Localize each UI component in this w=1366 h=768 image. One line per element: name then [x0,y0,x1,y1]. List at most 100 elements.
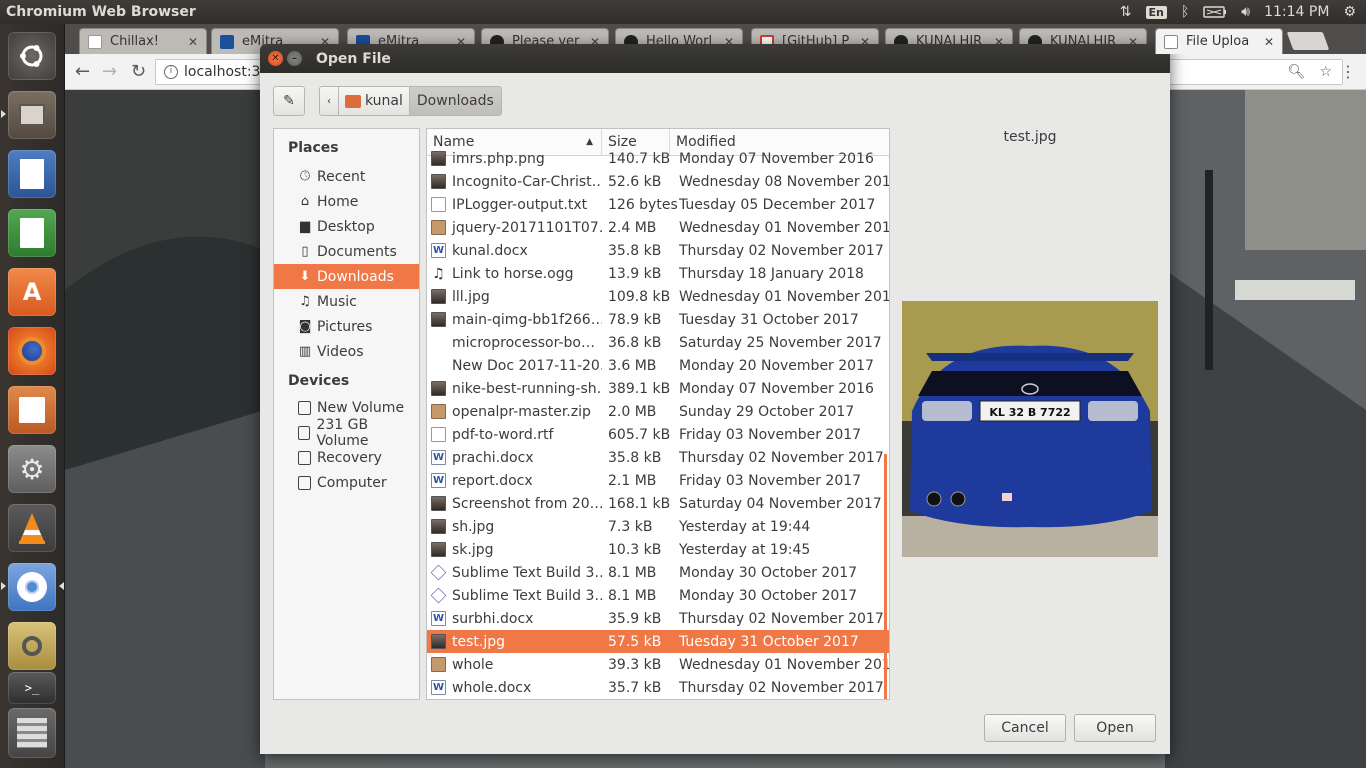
file-modified: Thursday 02 November 2017 [679,610,884,627]
file-row[interactable]: IPLogger-output.txt 126 bytes Tuesday 05 D… [427,193,889,216]
file-row[interactable]: pdf-to-word.rtf 605.7 kB Friday 03 Novembe… [427,423,889,446]
file-size: 39.3 kB [608,656,662,673]
writer-icon[interactable] [8,150,56,198]
word-document-icon: W [431,243,446,258]
calc-icon[interactable] [8,209,56,257]
keyboard-layout-indicator[interactable]: En [1145,5,1167,19]
file-name-cell: ♫ Link to horse.ogg [427,266,602,282]
impress-icon[interactable] [8,386,56,434]
sort-ascending-icon: ▲ [586,137,593,147]
file-name: sk.jpg [452,541,494,558]
network-icon[interactable]: ⇅ [1120,4,1132,20]
image-viewer-icon[interactable] [8,622,56,670]
open-button[interactable]: Open [1074,714,1156,742]
workspaces-icon[interactable] [8,708,56,758]
file-size: 8.1 MB [608,587,657,604]
terminal-icon[interactable]: >_ [8,672,56,704]
sidebar-item-231gb-volume[interactable]: 231 GB Volume [274,417,419,449]
breadcrumb-home[interactable]: kunal [339,86,410,116]
sidebar-item-home[interactable]: ⌂ Home [274,189,419,214]
image-file-icon [431,542,446,557]
file-modified: Friday 03 November 2017 [679,426,862,443]
file-name: report.docx [452,472,533,489]
path-scroll-left-button[interactable]: ‹ [319,86,339,116]
file-icon [431,358,446,373]
window-close-button[interactable]: ✕ [268,51,283,66]
file-modified: Monday 30 October 2017 [679,587,858,604]
file-name: microprocessor-bo… [452,334,595,351]
menu-icon[interactable]: ⋮ [1340,62,1356,81]
forward-arrow-icon[interactable]: → [102,61,117,82]
sidebar-item-videos[interactable]: ▥ Videos [274,339,419,364]
file-row[interactable]: Screenshot from 20… 168.1 kB Saturday 04 N… [427,492,889,515]
system-settings-icon[interactable]: ⚙ [8,445,56,493]
file-row-selected[interactable]: test.jpg 57.5 kB Tuesday 31 October 2017 [427,630,889,653]
new-tab-button[interactable] [1286,32,1330,50]
files-icon[interactable] [8,91,56,139]
file-row[interactable]: openalpr-master.zip 2.0 MB Sunday 29 Octob… [427,400,889,423]
emitra-icon [220,34,234,49]
clock[interactable]: 11:14 PM [1264,4,1329,20]
sidebar-item-recent[interactable]: 🕓︎ Recent [274,164,419,189]
file-row[interactable]: Wwhole.docx 35.7 kB Thursday 02 November 2… [427,676,889,699]
breadcrumb-current[interactable]: Downloads [409,86,502,116]
gear-icon[interactable]: ⚙ [1343,4,1356,20]
file-row[interactable]: lll.jpg 109.8 kB Wednesday 01 November 201… [427,285,889,308]
file-row[interactable]: Wreport.docx 2.1 MB Friday 03 November 201… [427,469,889,492]
firefox-icon[interactable] [8,327,56,375]
browser-tab-active[interactable]: File Uploa ✕ [1155,28,1283,54]
browser-tab[interactable]: Chillax! ✕ [79,28,207,54]
cancel-button[interactable]: Cancel [984,714,1066,742]
sidebar-item-computer[interactable]: Computer [274,470,419,495]
sidebar-item-pictures[interactable]: ◙ Pictures [274,314,419,339]
file-row[interactable]: Wsurbhi.docx 35.9 kB Thursday 02 November … [427,607,889,630]
close-icon[interactable]: ✕ [188,35,198,49]
file-row[interactable]: New Doc 2017-11-20… 3.6 MB Monday 20 Novem… [427,354,889,377]
close-icon[interactable]: ✕ [1264,35,1274,49]
file-name-cell: pdf-to-word.rtf [427,427,602,443]
info-icon[interactable]: i [164,65,178,79]
software-center-icon[interactable]: A [8,268,56,316]
file-row[interactable]: Sublime Text Build 3… 8.1 MB Monday 30 Oct… [427,561,889,584]
file-row[interactable]: sh.jpg 7.3 kB Yesterday at 19:44 [427,515,889,538]
scrollbar[interactable] [884,454,887,699]
package-icon [430,564,447,581]
reload-icon[interactable]: ↻ [131,61,146,82]
ubuntu-dash-icon[interactable] [8,32,56,80]
chromium-icon[interactable] [8,563,56,611]
file-row[interactable]: Sublime Text Build 3… 8.1 MB Monday 30 Oct… [427,584,889,607]
sidebar-item-recovery[interactable]: Recovery [274,445,419,470]
archive-icon [431,404,446,419]
file-name: test.jpg [452,633,505,650]
type-location-button[interactable]: ✎ [273,86,305,116]
file-row[interactable]: whole 39.3 kB Wednesday 01 November 2017 [427,653,889,676]
focused-indicator [59,582,64,590]
sidebar-item-downloads[interactable]: ⬇ Downloads [274,264,419,289]
back-arrow-icon[interactable]: ← [75,61,90,82]
file-row[interactable]: imrs.php.png 140.7 kB Monday 07 November 2… [427,147,889,170]
file-modified: Thursday 02 November 2017 [679,679,884,696]
vlc-icon[interactable] [8,504,56,552]
zoom-icon[interactable]: 🔍︎ [1288,64,1306,80]
sidebar-item-documents[interactable]: ▯ Documents [274,239,419,264]
file-row[interactable]: Incognito-Car-Christ… 52.6 kB Wednesday 08… [427,170,889,193]
file-row[interactable]: ♫ Link to horse.ogg 13.9 kB Thursday 18 Jan… [427,262,889,285]
file-name: main-qimg-bb1f266… [452,311,602,328]
file-row[interactable]: sk.jpg 10.3 kB Yesterday at 19:45 [427,538,889,561]
bluetooth-icon[interactable]: ᛒ [1181,4,1189,20]
file-name-cell: nike-best-running-sh… [427,381,602,397]
sidebar-item-desktop[interactable]: ▆ Desktop [274,214,419,239]
file-row[interactable]: jquery-20171101T07… 2.4 MB Wednesday 01 No… [427,216,889,239]
file-row[interactable]: main-qimg-bb1f266… 78.9 kB Tuesday 31 Octo… [427,308,889,331]
volume-icon[interactable]: 🔊︎ [1241,4,1250,20]
home-icon: ⌂ [300,194,310,209]
file-row[interactable]: Wprachi.docx 35.8 kB Thursday 02 November … [427,446,889,469]
bookmark-star-icon[interactable]: ☆ [1319,64,1332,80]
battery-icon[interactable] [1203,6,1227,18]
file-row[interactable]: nike-best-running-sh… 389.1 kB Monday 07 N… [427,377,889,400]
text-file-icon [431,197,446,212]
sidebar-item-music[interactable]: ♫ Music [274,289,419,314]
file-row[interactable]: microprocessor-bo… 36.8 kB Saturday 25 Nov… [427,331,889,354]
window-minimize-button[interactable]: – [287,51,302,66]
file-row[interactable]: Wkunal.docx 35.8 kB Thursday 02 November 2… [427,239,889,262]
